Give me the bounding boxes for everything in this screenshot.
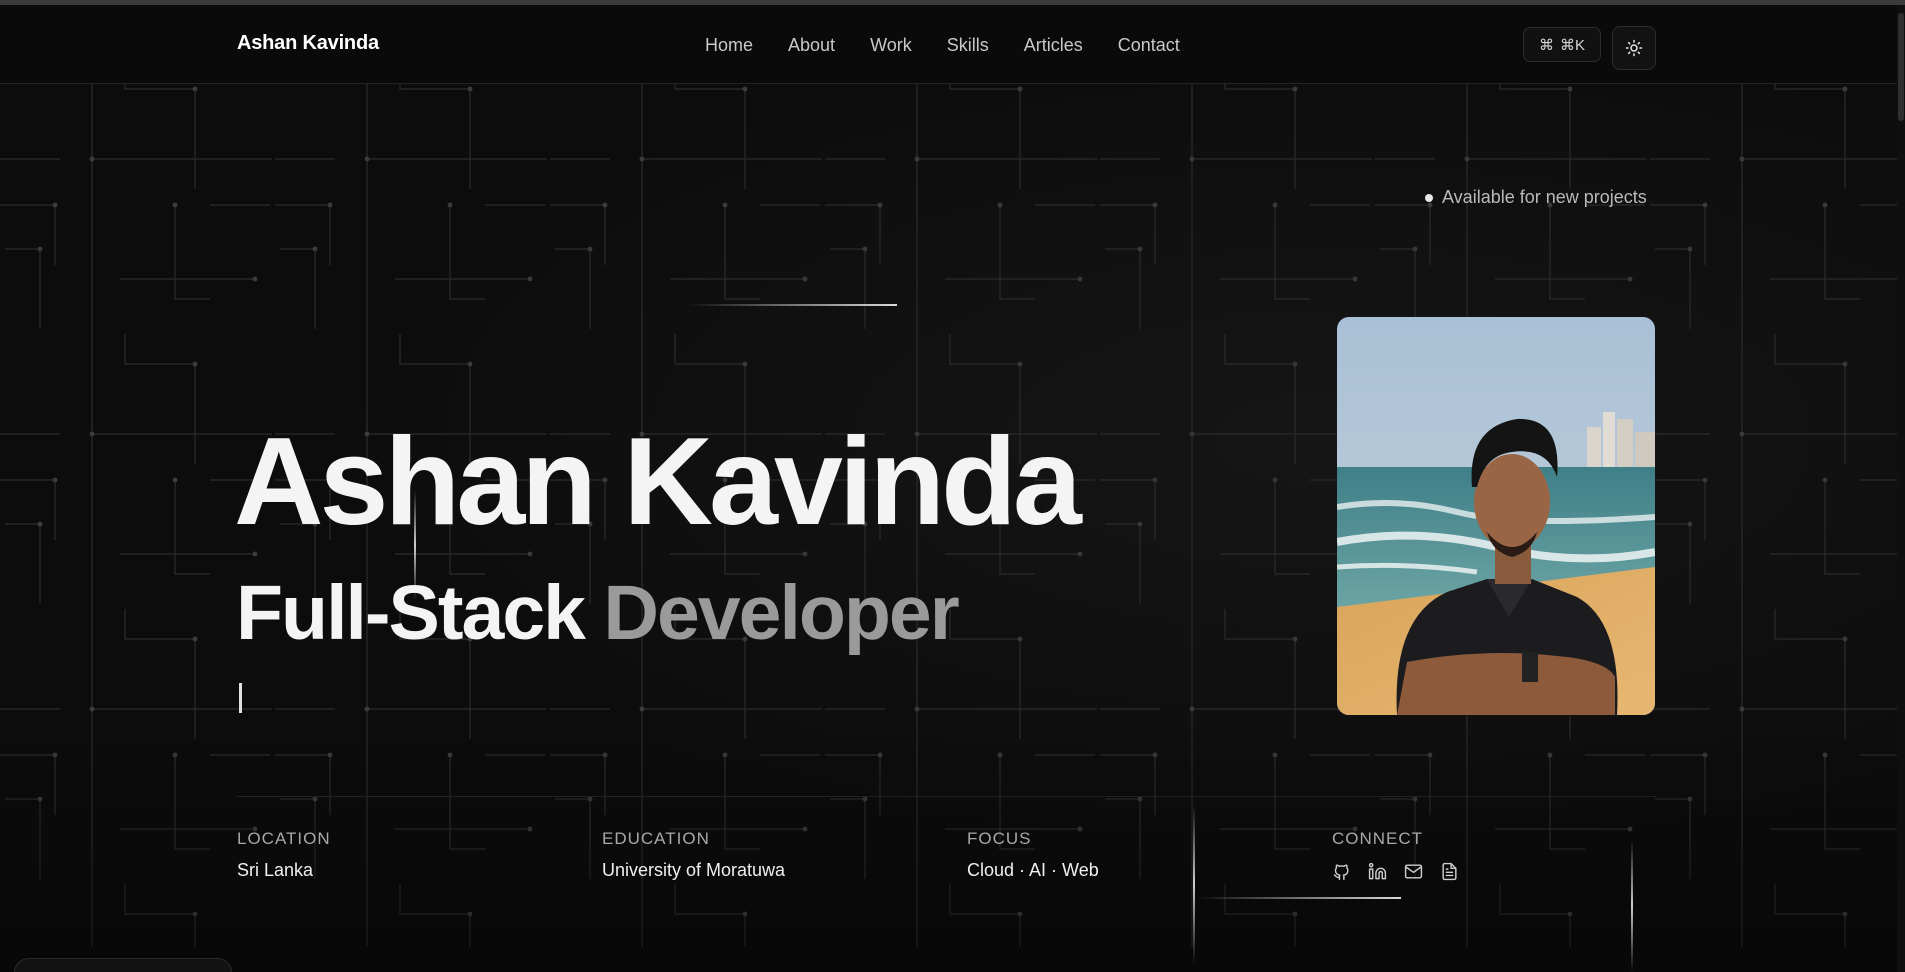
scrollbar-track[interactable]: [1897, 5, 1905, 972]
status-dot-icon: [1425, 193, 1433, 202]
nav-home[interactable]: Home: [705, 35, 753, 56]
nav-work[interactable]: Work: [870, 35, 912, 56]
info-focus: FOCUS Cloud · AI · Web: [967, 829, 1099, 881]
light-trail: [1631, 840, 1633, 972]
role-secondary: Developer: [603, 570, 959, 656]
light-trail: [1193, 804, 1195, 964]
mail-icon[interactable]: [1404, 862, 1423, 881]
main-nav: Home About Work Skills Articles Contact: [705, 35, 1180, 56]
scrollbar-thumb[interactable]: [1898, 13, 1904, 121]
command-palette-button[interactable]: ⌘ ⌘K: [1523, 27, 1601, 62]
connect-label: CONNECT: [1332, 829, 1424, 848]
github-icon[interactable]: [1332, 862, 1351, 881]
role-primary: Full-Stack: [236, 570, 586, 656]
hero-name: Ashan Kavinda: [234, 413, 1082, 551]
command-shortcut-label: ⌘K: [1559, 36, 1585, 54]
sun-icon: [1625, 39, 1643, 57]
availability-status: Available for new projects: [1425, 187, 1647, 208]
info-location: LOCATION Sri Lanka: [237, 829, 331, 881]
focus-label: FOCUS: [967, 829, 1032, 848]
education-label: EDUCATION: [602, 829, 710, 848]
linkedin-icon[interactable]: [1368, 862, 1387, 881]
info-education: EDUCATION University of Moratuwa: [602, 829, 785, 881]
typing-cursor: [239, 683, 242, 713]
info-divider: [237, 796, 1657, 797]
top-navbar: Ashan Kavinda Home About Work Skills Art…: [0, 5, 1897, 84]
resume-icon[interactable]: [1440, 862, 1459, 881]
nav-contact[interactable]: Contact: [1118, 35, 1180, 56]
status-text: Available for new projects: [1442, 187, 1647, 207]
brand-logo[interactable]: Ashan Kavinda: [237, 32, 379, 55]
nav-skills[interactable]: Skills: [947, 35, 989, 56]
theme-toggle-button[interactable]: [1612, 26, 1656, 70]
location-value: Sri Lanka: [237, 860, 314, 880]
info-connect: CONNECT: [1332, 829, 1459, 881]
floating-toolbar[interactable]: [14, 958, 232, 972]
light-trail: [687, 304, 897, 306]
command-icon: ⌘: [1538, 36, 1554, 54]
page-root: Ashan Kavinda Home About Work Skills Art…: [0, 0, 1905, 972]
light-trail: [1195, 897, 1401, 899]
hero-role: Full-Stack Developer: [236, 575, 960, 652]
education-value: University of Moratuwa: [602, 860, 786, 880]
social-links: [1332, 862, 1459, 881]
profile-photo: [1337, 317, 1655, 715]
location-label: LOCATION: [237, 829, 331, 848]
nav-articles[interactable]: Articles: [1024, 35, 1083, 56]
nav-about[interactable]: About: [788, 35, 835, 56]
focus-value: Cloud · AI · Web: [967, 860, 1099, 880]
